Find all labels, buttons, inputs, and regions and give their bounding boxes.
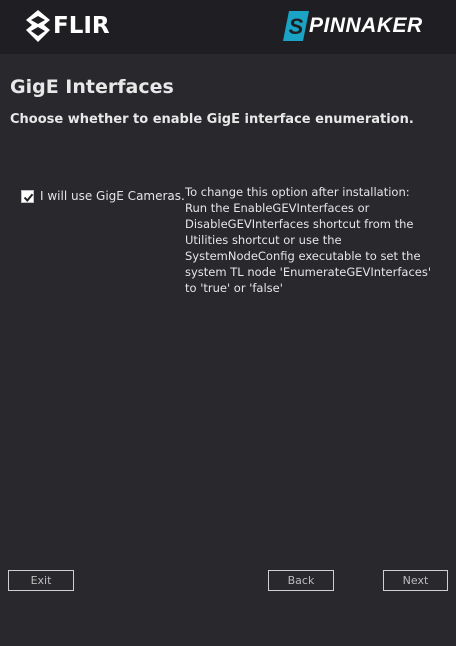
spinnaker-s-icon: S (282, 10, 310, 42)
flir-diamond-icon (26, 10, 50, 42)
page-title: GigE Interfaces (10, 76, 174, 98)
spinnaker-logo: S PINNAKER (282, 9, 423, 43)
flir-logo-text: FLIR (53, 13, 110, 39)
spinnaker-logo-text: PINNAKER (309, 14, 423, 37)
gige-cameras-checkbox[interactable] (21, 189, 34, 203)
checkmark-icon (23, 193, 34, 202)
exit-button[interactable]: Exit (8, 570, 74, 591)
back-button[interactable]: Back (268, 570, 334, 591)
flir-logo: FLIR (26, 9, 110, 43)
next-button[interactable]: Next (383, 570, 448, 591)
change-option-instructions: To change this option after installation… (185, 185, 431, 295)
gige-option-row[interactable]: I will use GigE Cameras. (21, 189, 185, 203)
svg-text:S: S (289, 14, 304, 39)
installer-header: FLIR S PINNAKER (0, 0, 456, 54)
page-subtitle: Choose whether to enable GigE interface … (10, 112, 414, 127)
gige-cameras-checkbox-label[interactable]: I will use GigE Cameras. (40, 189, 185, 203)
